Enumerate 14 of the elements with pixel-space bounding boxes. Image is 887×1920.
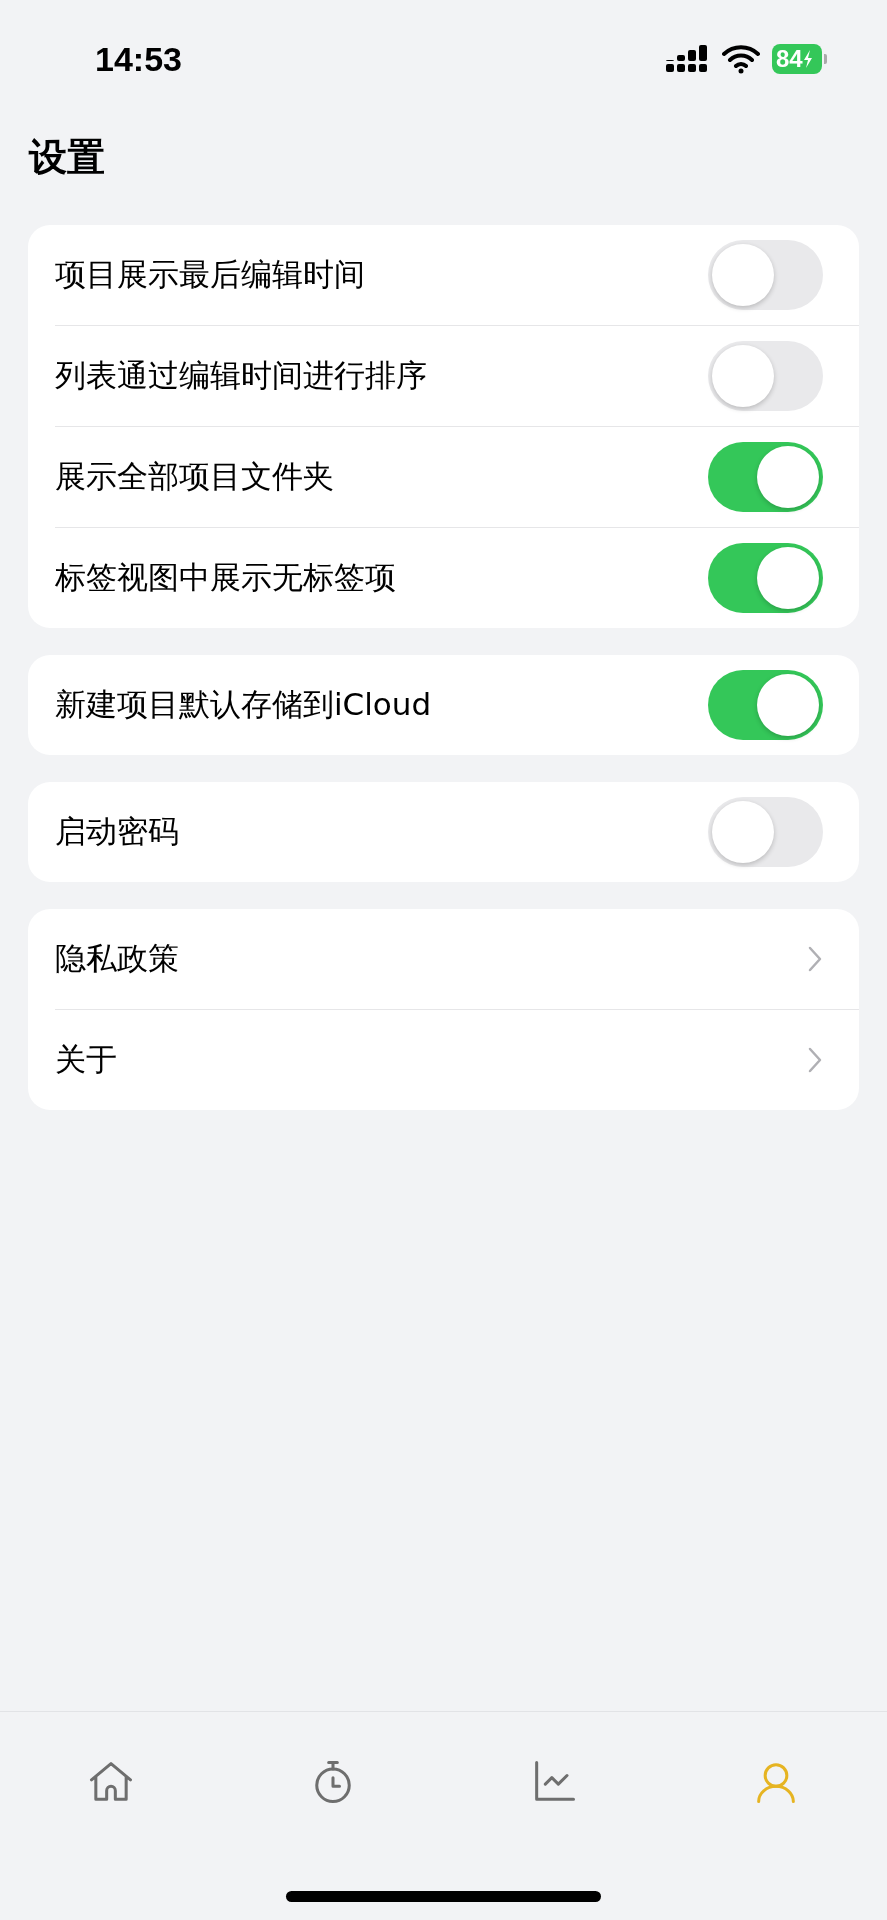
signal-icon <box>666 44 710 74</box>
setting-label[interactable]: 关于 <box>55 1039 117 1081</box>
setting-label: 新建项目默认存储到iCloud <box>55 685 432 724</box>
setting-label: 项目展示最后编辑时间 <box>55 255 365 294</box>
setting-label: 启动密码 <box>55 812 179 851</box>
chevron-icon <box>807 945 823 973</box>
page-title: 设置 <box>29 134 106 181</box>
setting-label[interactable]: 隐私政策 <box>55 938 179 980</box>
chevron-icon <box>807 1046 823 1074</box>
wifi-icon <box>722 44 760 74</box>
setting-label: 标签视图中展示无标签项 <box>55 558 396 597</box>
setting-label: 列表通过编辑时间进行排序 <box>55 356 427 395</box>
status-time: 14:53 <box>95 39 182 79</box>
setting-label: 展示全部项目文件夹 <box>55 457 334 496</box>
